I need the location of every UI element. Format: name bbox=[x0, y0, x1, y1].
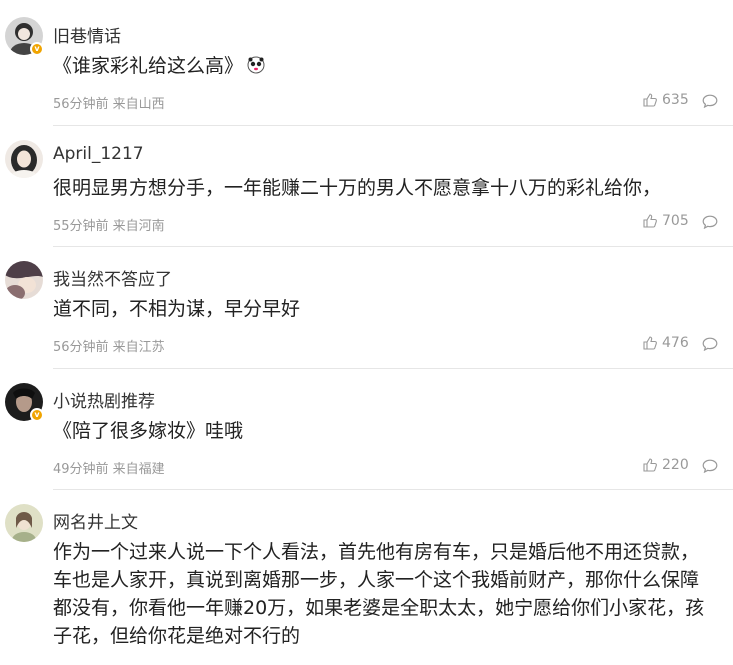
comment-text: 很明显男方想分手，一年能赚二十万的男人不愿意拿十八万的彩礼给你， bbox=[53, 174, 713, 202]
like-button[interactable]: 705 bbox=[642, 213, 689, 229]
avatar[interactable] bbox=[5, 504, 43, 542]
avatar[interactable] bbox=[5, 261, 43, 299]
comment-text-content: 道不同，不相为谋，早分早好 bbox=[53, 298, 301, 320]
comment-text-content: 作为一个过来人说一下个人看法，首先他有房有车，只是婚后他不用还贷款，车也是人家开… bbox=[53, 541, 705, 647]
like-count: 635 bbox=[662, 92, 689, 108]
verified-badge-icon: v bbox=[30, 42, 44, 56]
thumbs-up-icon bbox=[643, 214, 657, 228]
thumbs-up-icon bbox=[643, 336, 657, 350]
comment-meta: 49分钟前 来自福建 bbox=[53, 462, 165, 477]
comment-meta: 55分钟前 来自河南 bbox=[53, 219, 165, 234]
panda-emoji-icon bbox=[247, 56, 265, 74]
thumbs-up-icon bbox=[643, 458, 657, 472]
comment-username[interactable]: 旧巷情话 bbox=[53, 22, 121, 47]
like-button[interactable]: 476 bbox=[642, 335, 689, 351]
like-button[interactable]: 220 bbox=[642, 457, 689, 473]
comment-text-content: 《谁家彩礼给这么高》 bbox=[53, 55, 244, 77]
like-button[interactable]: 635 bbox=[642, 92, 689, 108]
divider bbox=[53, 246, 733, 247]
comment-username[interactable]: 我当然不答应了 bbox=[53, 265, 172, 290]
comment-username[interactable]: April_1217 bbox=[53, 144, 144, 164]
comment-bubble-icon[interactable] bbox=[702, 459, 718, 473]
thumbs-up-icon bbox=[643, 93, 657, 107]
like-count: 220 bbox=[662, 457, 689, 473]
divider bbox=[53, 368, 733, 369]
comment-username[interactable]: 网名井上文 bbox=[53, 508, 138, 533]
comment-text: 《谁家彩礼给这么高》 bbox=[53, 52, 713, 80]
like-count: 476 bbox=[662, 335, 689, 351]
avatar[interactable] bbox=[5, 140, 43, 178]
like-count: 705 bbox=[662, 213, 689, 229]
divider bbox=[53, 489, 733, 490]
verified-badge-icon: v bbox=[30, 408, 44, 422]
comment-text: 作为一个过来人说一下个人看法，首先他有房有车，只是婚后他不用还贷款，车也是人家开… bbox=[53, 538, 713, 650]
comment-text: 《陪了很多嫁妆》哇哦 bbox=[53, 417, 713, 445]
comment-text-content: 很明显男方想分手，一年能赚二十万的男人不愿意拿十八万的彩礼给你， bbox=[53, 177, 662, 199]
comment-bubble-icon[interactable] bbox=[702, 215, 718, 229]
comment-text-content: 《陪了很多嫁妆》哇哦 bbox=[53, 420, 244, 442]
divider bbox=[53, 125, 733, 126]
comment-text: 道不同，不相为谋，早分早好 bbox=[53, 295, 713, 323]
comment-bubble-icon[interactable] bbox=[702, 337, 718, 351]
comment-meta: 56分钟前 来自山西 bbox=[53, 97, 165, 112]
comment-bubble-icon[interactable] bbox=[702, 94, 718, 108]
comment-username[interactable]: 小说热剧推荐 bbox=[53, 387, 155, 412]
comment-meta: 56分钟前 来自江苏 bbox=[53, 340, 165, 355]
